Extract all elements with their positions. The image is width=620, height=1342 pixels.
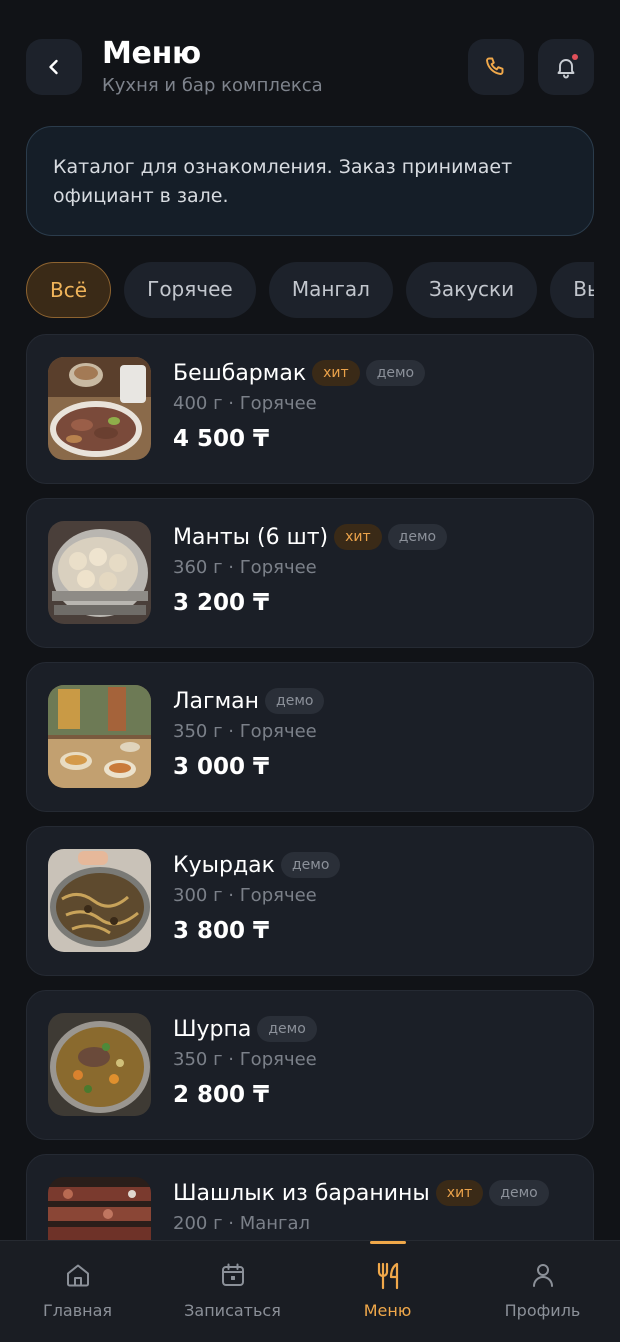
dish-card[interactable]: Шурпа демо 350 г · Горячее 2 800 ₸ [26,990,594,1140]
dish-price: 3 000 ₸ [173,754,270,780]
chip-all[interactable]: Всё [26,262,112,318]
chip-grill[interactable]: Мангал [268,262,393,318]
dish-meta: 350 г · Горячее [173,1049,317,1070]
tab-label: Меню [363,1301,412,1320]
tab-label: Записаться [184,1301,281,1320]
active-tab-indicator [369,1241,406,1244]
home-icon [66,1264,89,1287]
dish-price: 3 800 ₸ [173,918,270,944]
dish-list: Бешбармак хит демо 400 г · Горячее 4 500… [26,334,594,1240]
calendar-icon [221,1263,244,1286]
tab-label: Главная [42,1301,113,1320]
call-button[interactable] [468,39,524,95]
hit-badge: хит [334,524,382,550]
dish-meta: 400 г · Горячее [173,393,317,414]
demo-badge: демо [387,524,448,550]
back-button[interactable] [26,39,82,95]
dish-photo [48,849,151,952]
tab-label: Профиль [504,1301,581,1320]
dish-meta: 350 г · Горячее [173,721,317,742]
notice-text: Каталог для ознакомления. Заказ принимае… [53,156,513,207]
dish-photo [48,357,151,460]
dish-name: Лагман [173,688,260,714]
dish-card[interactable]: Лагман демо 350 г · Горячее 3 000 ₸ [26,662,594,812]
tab-profile[interactable]: Профиль [465,1241,620,1342]
info-notice: Каталог для ознакомления. Заказ принимае… [26,126,594,236]
dish-photo [48,521,151,624]
demo-badge: демо [365,360,426,386]
chip-hot[interactable]: Горячее [124,262,256,318]
dish-meta: 360 г · Горячее [173,557,317,578]
dish-photo [48,685,151,788]
dish-price: 2 800 ₸ [173,1082,270,1108]
demo-badge: демо [489,1180,549,1206]
dish-name: Шашлык из баранины [173,1180,430,1206]
phone-icon [486,57,504,75]
bottom-tab-bar: Главная Записаться Меню Профиль [0,1240,620,1342]
page-subtitle: Кухня и бар комплекса [102,75,323,96]
header: Меню Кухня и бар комплекса [26,36,594,98]
dish-name: Шурпа [173,1016,252,1042]
dish-name: Куырдак [173,852,275,878]
category-chips: Всё Горячее Мангал Закуски Вып [26,262,594,318]
dish-meta: 300 г · Горячее [173,885,317,906]
dish-price: 4 500 ₸ [173,426,270,452]
tab-booking[interactable]: Записаться [155,1241,310,1342]
demo-badge: демо [280,852,341,878]
dish-photo [48,1177,151,1240]
dish-name: Манты (6 шт) [173,524,329,550]
tab-home[interactable]: Главная [0,1241,155,1342]
dish-meta: 200 г · Мангал [173,1213,311,1234]
demo-badge: демо [265,688,325,714]
demo-badge: демо [257,1016,317,1042]
title-block: Меню Кухня и бар комплекса [102,36,323,96]
dish-name: Бешбармак [173,360,307,386]
page-title: Меню [102,36,201,71]
dish-card[interactable]: Бешбармак хит демо 400 г · Горячее 4 500… [26,334,594,484]
hit-badge: хит [435,1180,484,1206]
chevron-left-icon [49,59,58,75]
dish-photo [48,1013,151,1116]
chip-snacks[interactable]: Закуски [406,262,538,318]
tab-menu[interactable]: Меню [310,1241,465,1342]
dish-card[interactable]: Шашлык из баранины хит демо 200 г · Манг… [26,1154,594,1240]
notification-dot [572,54,578,60]
notifications-button[interactable] [538,39,594,95]
dish-card[interactable]: Куырдак демо 300 г · Горячее 3 800 ₸ [26,826,594,976]
chip-pastry[interactable]: Вып [550,262,594,318]
dish-price: 3 200 ₸ [173,590,270,616]
hit-badge: хит [312,360,360,386]
dish-card[interactable]: Манты (6 шт) хит демо 360 г · Горячее 3 … [26,498,594,648]
fork-knife-icon [377,1262,398,1290]
user-icon [532,1264,553,1287]
